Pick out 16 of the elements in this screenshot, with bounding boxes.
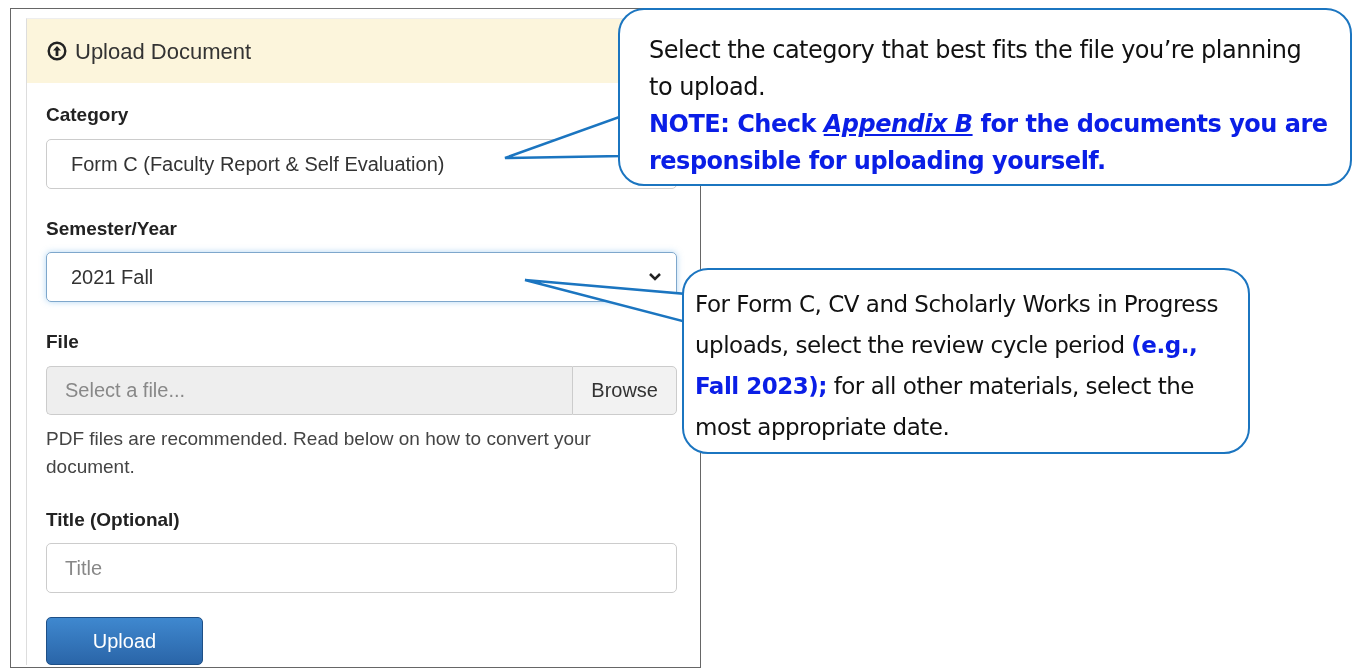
field-label: Semester/Year: [46, 216, 177, 241]
upload-circle-icon: [47, 41, 67, 61]
select-field[interactable]: 2021 Fall: [46, 252, 677, 302]
upload-button[interactable]: Upload: [46, 617, 203, 665]
file-name-field[interactable]: Select a file...: [46, 365, 573, 415]
help-text: PDF files are recommended. Read below on how to convert your document.: [46, 426, 592, 479]
panel-title: Upload Document: [75, 37, 252, 66]
field-label: Title (Optional): [46, 507, 180, 532]
field-label: File: [46, 330, 79, 354]
browse-button[interactable]: Browse: [572, 365, 677, 415]
title-field[interactable]: Title: [46, 543, 677, 593]
field-label: Category: [46, 103, 129, 127]
callout-text: For Form C, CV and Scholarly Works in Progress uploads, select the review cycle period (e.g., Fall 2023); for all other materials, select the most appropriate date.: [695, 290, 1219, 442]
appendix-link[interactable]: Appendix B: [823, 110, 973, 138]
callout-text: Select the category that best fits the file you’re planning to upload.: [649, 35, 1303, 103]
chevron-down-icon: [648, 272, 662, 282]
